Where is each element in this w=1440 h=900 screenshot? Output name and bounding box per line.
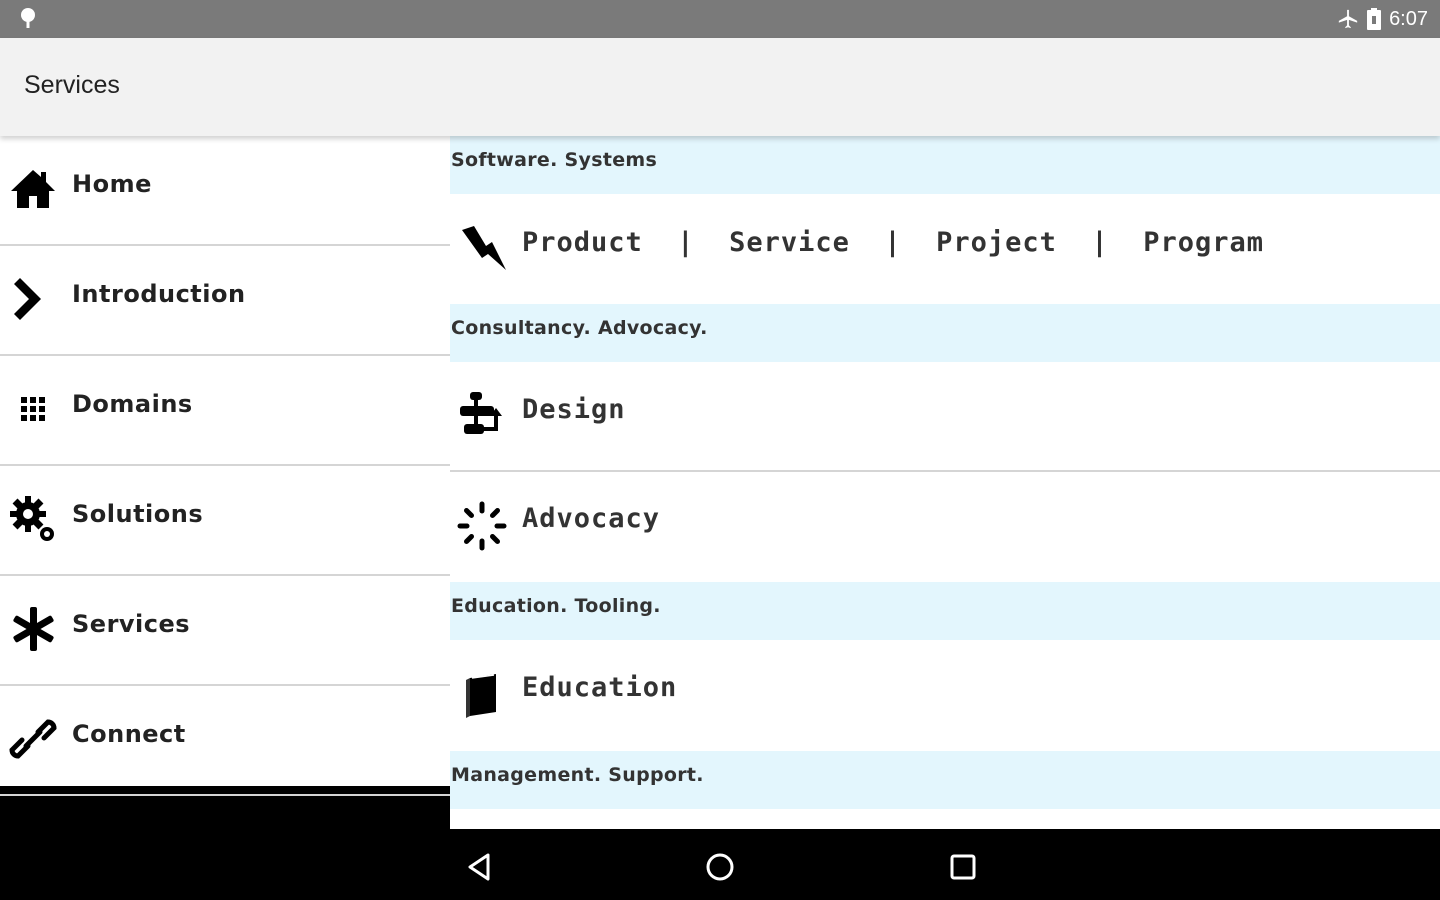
list-item-offerings[interactable]: Product | Service | Project | Program (450, 194, 1440, 304)
system-nav-bar (450, 829, 1440, 900)
section-header: Software. Systems (450, 136, 1440, 194)
gears-icon (10, 496, 54, 541)
drawer-item-label: Introduction (72, 280, 246, 308)
drawer-item-label: Solutions (72, 500, 204, 528)
section-header: Management. Support. (450, 751, 1440, 809)
battery-icon (1367, 8, 1382, 30)
grid-icon (21, 397, 45, 421)
drawer-item-home[interactable]: Home (0, 136, 450, 246)
home-circle-icon[interactable] (700, 847, 740, 887)
list-item-label: Advocacy (522, 503, 661, 534)
app-bar: Services (0, 38, 1440, 136)
asterisk-icon (13, 607, 54, 651)
spinner-icon (457, 501, 507, 551)
list-item-label: Education (522, 672, 678, 703)
services-list[interactable]: Software. Systems Product | Service | Pr… (450, 136, 1440, 829)
section-header: Consultancy. Advocacy. (450, 304, 1440, 362)
notification-pin-icon (21, 8, 35, 28)
drawer-item-solutions[interactable]: Solutions (0, 466, 450, 576)
drawer-item-services[interactable]: Services (0, 576, 450, 686)
drawer-item-introduction[interactable]: Introduction (0, 246, 450, 356)
list-item-design[interactable]: Design (450, 362, 1440, 472)
back-icon[interactable] (460, 847, 500, 887)
drawer-item-label: Connect (72, 720, 186, 748)
list-item-label: Design (522, 394, 626, 425)
drawer-item-label: Domains (72, 390, 193, 418)
list-item-education[interactable]: Education (450, 640, 1440, 751)
recents-icon[interactable] (943, 847, 983, 887)
drawer-item-label: Services (72, 610, 191, 638)
list-item-advocacy[interactable]: Advocacy (450, 472, 1440, 582)
list-item-label: Product | Service | Project | Program (522, 227, 1264, 258)
section-header: Education. Tooling. (450, 582, 1440, 640)
page-title: Services (24, 71, 120, 99)
flowchart-icon (460, 392, 502, 434)
drawer-item-label: Home (72, 170, 152, 198)
book-icon (466, 674, 496, 718)
drawer-item-connect[interactable]: Connect (0, 686, 450, 796)
lightning-icon (462, 226, 506, 270)
airplane-mode-icon (1338, 9, 1358, 29)
status-bar: 6:07 (0, 0, 1440, 38)
navigation-drawer: Home Introduction Domains Solutions Serv… (0, 136, 450, 796)
chevron-right-icon (14, 278, 41, 320)
clock: 6:07 (1389, 7, 1428, 30)
link-icon (9, 719, 57, 759)
home-icon (11, 170, 55, 208)
drawer-item-domains[interactable]: Domains (0, 356, 450, 466)
